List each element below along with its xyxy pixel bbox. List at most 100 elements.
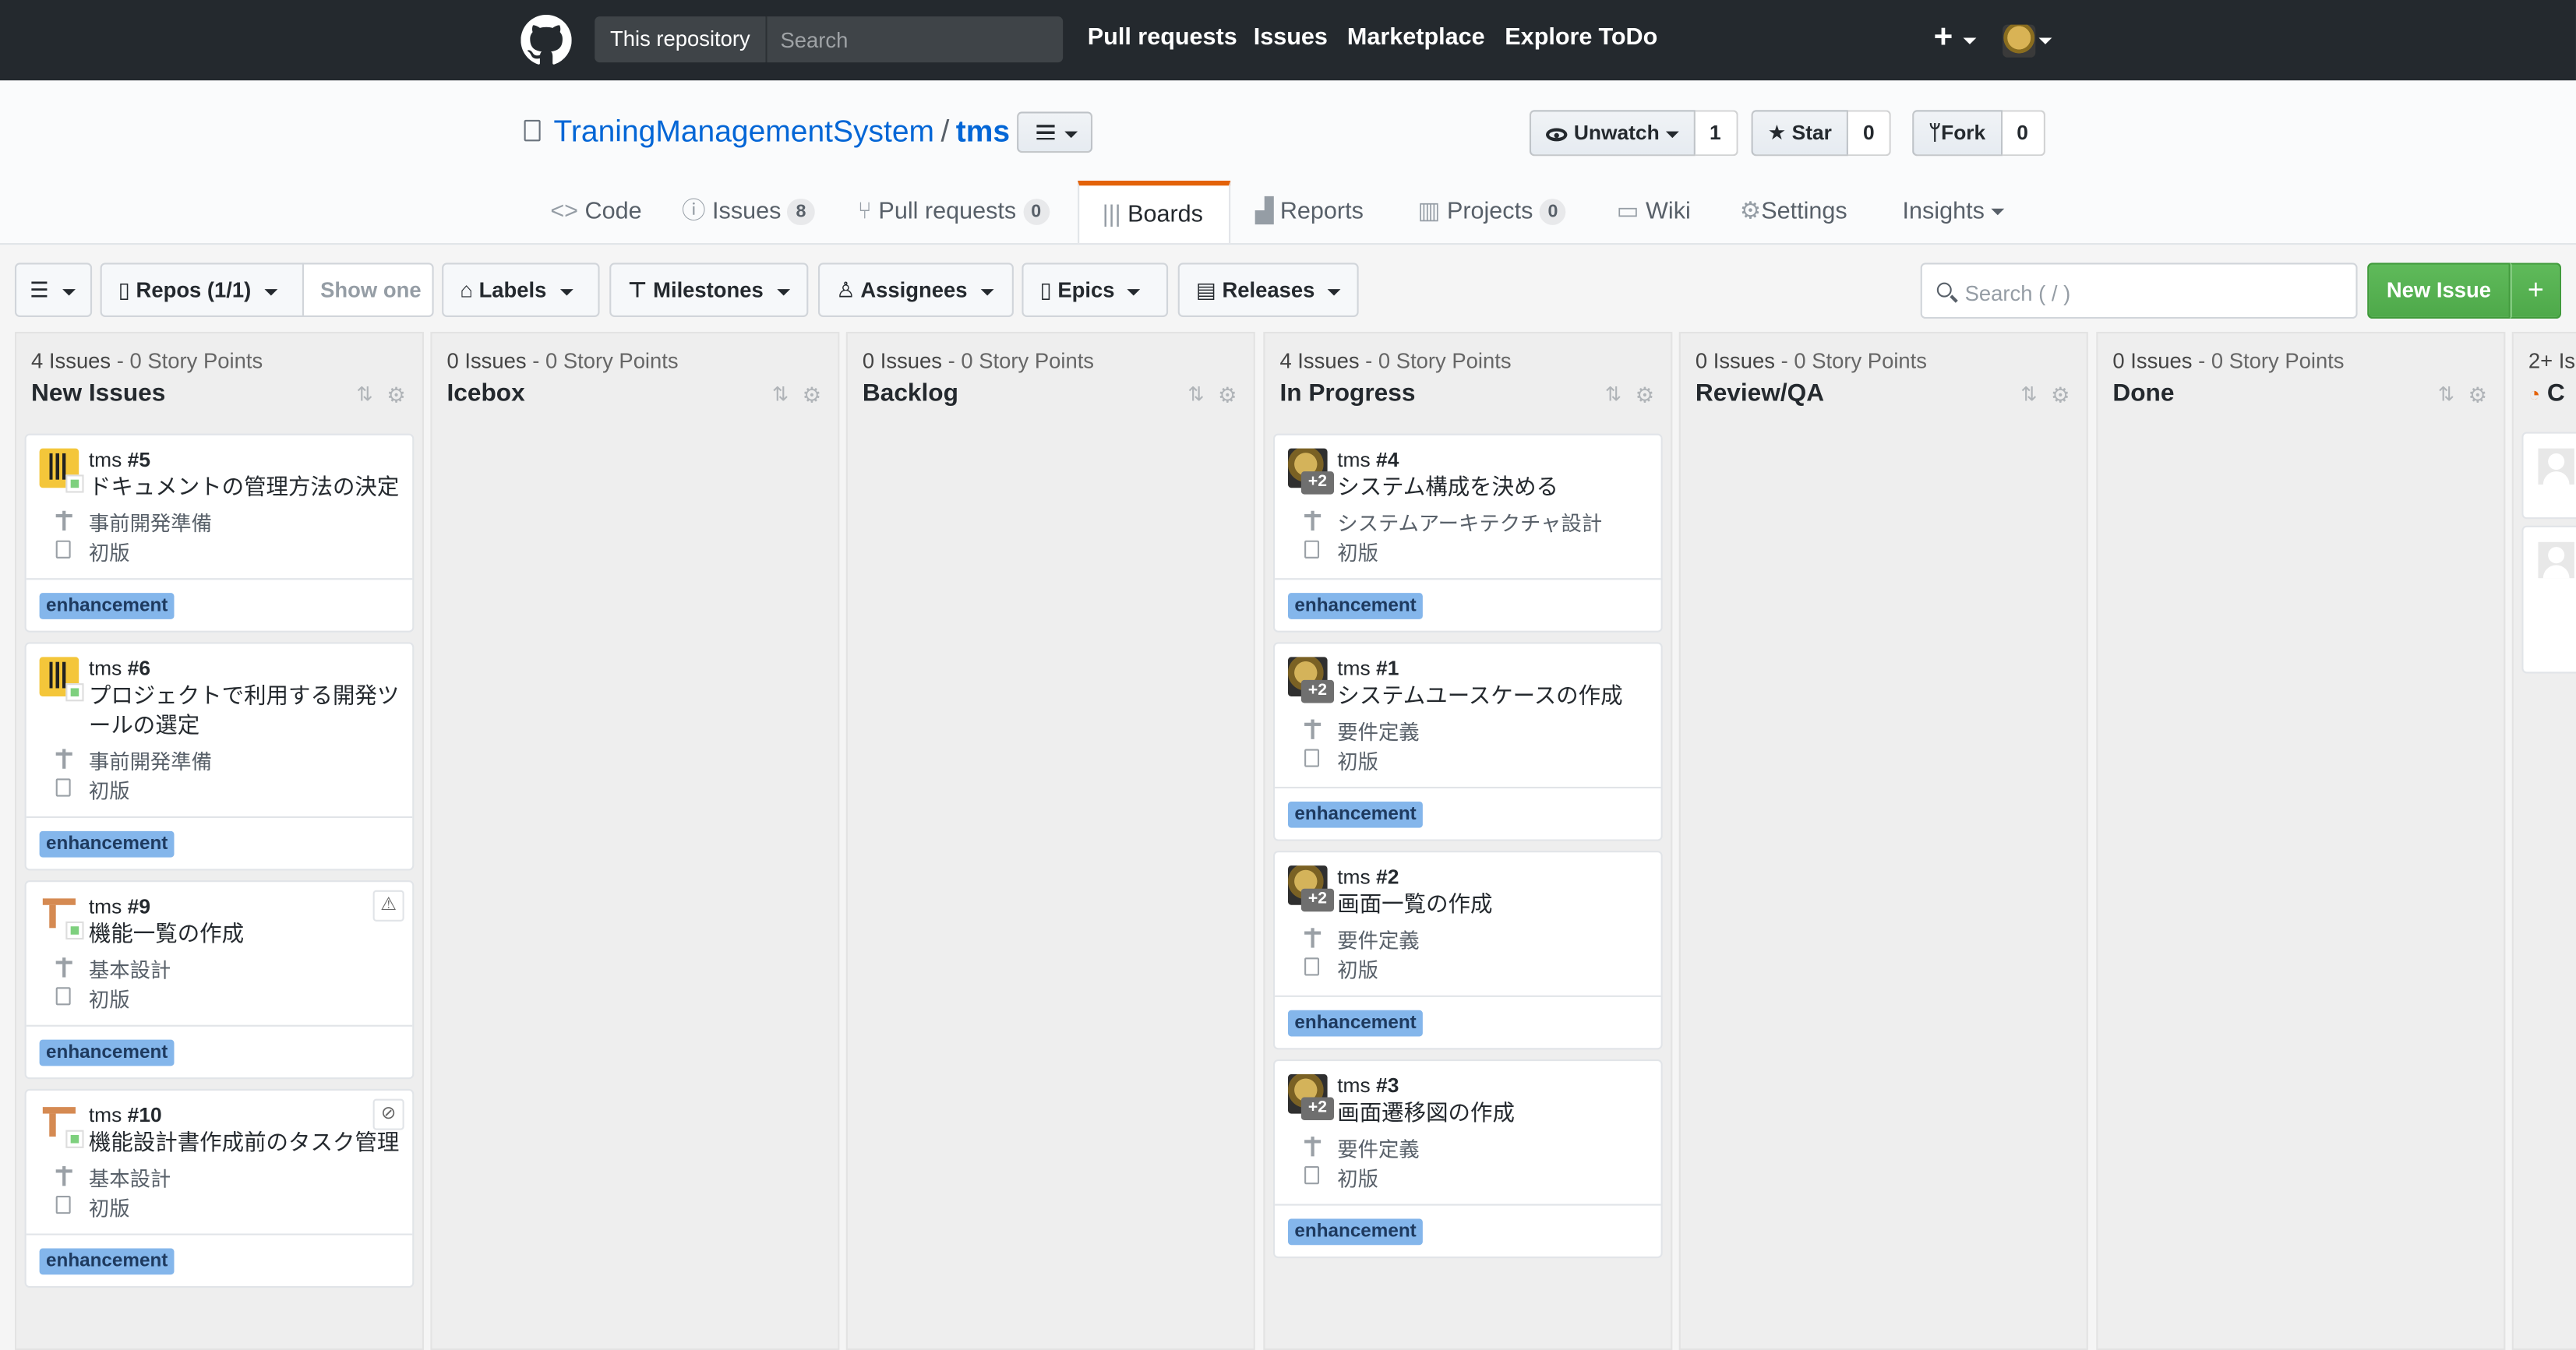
issue-card[interactable]: tms #6 プロジェクトで利用する開発ツールの選定 事前開発準備 初版 enh… [24,642,415,871]
milestones-filter-button[interactable]: ⊤ Milestones [609,263,809,317]
create-caret-icon[interactable] [1963,37,1977,44]
tab-settings[interactable]: ⚙Settings [1740,181,1847,243]
repo-list-menu-button[interactable] [1017,111,1093,153]
issue-epic[interactable]: 初版 [1337,744,1378,775]
fork-count[interactable]: 0 [2002,110,2045,157]
issue-milestone[interactable]: 事前開発準備 [89,744,212,775]
board-settings-button[interactable]: ☰ [14,263,93,317]
gear-icon[interactable]: ⚙ [803,382,822,409]
show-one-button[interactable]: Show one [302,263,434,317]
issue-ref[interactable]: tms #4 [1337,449,1399,472]
new-issue-plus-button[interactable]: + [2510,263,2561,319]
user-menu-caret-icon[interactable] [2038,37,2052,44]
issue-ref[interactable]: tms #3 [1337,1074,1399,1098]
releases-filter-button[interactable]: ▤ Releases [1177,263,1359,317]
gear-icon[interactable]: ⚙ [386,382,406,409]
label-enhancement[interactable]: enhancement [1287,593,1424,619]
label-enhancement[interactable]: enhancement [1287,801,1424,828]
issue-milestone[interactable]: システムアーキテクチャ設計 [1337,506,1602,537]
global-search-input[interactable] [765,16,1064,63]
github-logo-icon[interactable] [520,14,572,65]
nav-issues[interactable]: Issues [1254,25,1328,51]
user-avatar[interactable] [2003,24,2036,58]
search-scope[interactable]: This repository [595,16,766,63]
labels-filter-button[interactable]: ⌂ Labels [442,263,600,317]
issue-ref[interactable]: tms #9 [89,895,150,918]
label-enhancement[interactable]: enhancement [39,1039,175,1066]
issue-epic[interactable]: 初版 [1337,1161,1378,1193]
sort-icon[interactable]: ⇅ [2020,382,2037,406]
issue-title[interactable]: ドキュメントの管理方法の決定 [89,473,404,502]
issue-epic[interactable]: 初版 [89,1191,130,1222]
repos-filter-button[interactable]: ▯ Repos (1/1) [100,263,305,317]
unwatch-button[interactable]: Unwatch [1529,110,1695,157]
issue-card[interactable]: +2 tms #2 画面一覧の作成 要件定義 初版 enhancement [1273,851,1663,1050]
issue-title[interactable]: 機能設計書作成前のタスク管理 [89,1129,404,1158]
new-issue-button[interactable]: New Issue [2367,263,2511,319]
tab-insights[interactable]: Insights [1903,181,2005,243]
issue-card-partial[interactable] [2521,525,2576,674]
watch-count[interactable]: 1 [1694,110,1738,157]
tab-wiki[interactable]: ▭ Wiki [1617,181,1691,243]
issue-milestone[interactable]: 要件定義 [1337,1132,1419,1163]
sort-icon[interactable]: ⇅ [772,382,789,406]
issue-title[interactable]: 画面一覧の作成 [1337,890,1653,920]
issue-milestone[interactable]: 要件定義 [1337,923,1419,954]
board-search-input[interactable] [1961,264,2346,321]
issue-card[interactable]: +2 tms #3 画面遷移図の作成 要件定義 初版 enhancement [1273,1059,1663,1259]
issue-card[interactable]: +2 tms #1 システムユースケースの作成 要件定義 初版 enhancem… [1273,642,1663,841]
fork-button[interactable]: ᛘFork [1912,110,2003,157]
issue-milestone[interactable]: 事前開発準備 [89,506,212,537]
issue-ref[interactable]: tms #5 [89,449,150,472]
label-enhancement[interactable]: enhancement [1287,1010,1424,1037]
tab-boards[interactable]: ||| Boards [1078,180,1231,244]
warning-icon[interactable]: ⚠ [372,890,404,922]
issue-card[interactable]: ⚠ tms #9 機能一覧の作成 基本設計 初版 enhancement [24,880,415,1080]
issue-ref[interactable]: tms #1 [1337,657,1399,680]
issue-card[interactable]: ⊘ tms #10 機能設計書作成前のタスク管理 基本設計 初版 enhance… [24,1088,415,1288]
repo-owner-link[interactable]: TraningManagementSystem [554,113,935,147]
tab-code[interactable]: <> Code [550,181,641,243]
blocked-icon[interactable]: ⊘ [372,1098,404,1130]
issue-epic[interactable]: 初版 [89,774,130,805]
sort-icon[interactable]: ⇅ [356,382,372,406]
tab-issues[interactable]: ⓘ Issues 8 [682,181,814,243]
gear-icon[interactable]: ⚙ [2051,382,2070,409]
star-count[interactable]: 0 [1848,110,1891,157]
label-enhancement[interactable]: enhancement [39,1248,175,1275]
issue-title[interactable]: 画面遷移図の作成 [1337,1099,1653,1129]
gear-icon[interactable]: ⚙ [2468,382,2488,409]
assignees-filter-button[interactable]: ♙ Assignees [817,263,1014,317]
label-enhancement[interactable]: enhancement [39,830,175,858]
repo-name-link[interactable]: tms [956,113,1010,147]
issue-title[interactable]: システム構成を決める [1337,473,1653,502]
nav-pull-requests[interactable]: Pull requests [1088,25,1237,51]
tab-reports[interactable]: ▟ Reports [1255,181,1364,243]
tab-projects[interactable]: ▥ Projects 0 [1418,181,1566,243]
issue-ref[interactable]: tms #10 [89,1104,162,1127]
gear-icon[interactable]: ⚙ [1218,382,1237,409]
issue-epic[interactable]: 初版 [1337,535,1378,566]
issue-milestone[interactable]: 基本設計 [89,1161,171,1193]
issue-title[interactable]: 機能一覧の作成 [89,920,404,950]
label-enhancement[interactable]: enhancement [39,593,175,619]
issue-epic[interactable]: 初版 [89,982,130,1013]
gear-icon[interactable]: ⚙ [1636,382,1655,409]
issue-title[interactable]: プロジェクトで利用する開発ツールの選定 [89,682,404,741]
issue-card[interactable]: tms #5 ドキュメントの管理方法の決定 事前開発準備 初版 enhancem… [24,433,415,633]
issue-ref[interactable]: tms #6 [89,657,150,680]
sort-icon[interactable]: ⇅ [1605,382,1621,406]
issue-card[interactable]: +2 tms #4 システム構成を決める システムアーキテクチャ設計 初版 en… [1273,433,1663,633]
epics-filter-button[interactable]: ▯ Epics [1022,263,1169,317]
issue-card-partial[interactable] [2521,432,2576,520]
nav-explore[interactable]: Explore [1505,25,1592,51]
star-button[interactable]: ★ Star [1751,110,1849,157]
nav-marketplace[interactable]: Marketplace [1347,25,1485,51]
issue-epic[interactable]: 初版 [89,535,130,566]
issue-milestone[interactable]: 要件定義 [1337,714,1419,745]
nav-todo[interactable]: ToDo [1598,25,1657,51]
label-enhancement[interactable]: enhancement [1287,1218,1424,1246]
tab-pull-requests[interactable]: ⑂ Pull requests 0 [858,181,1050,243]
issue-milestone[interactable]: 基本設計 [89,953,171,984]
issue-title[interactable]: システムユースケースの作成 [1337,682,1653,711]
